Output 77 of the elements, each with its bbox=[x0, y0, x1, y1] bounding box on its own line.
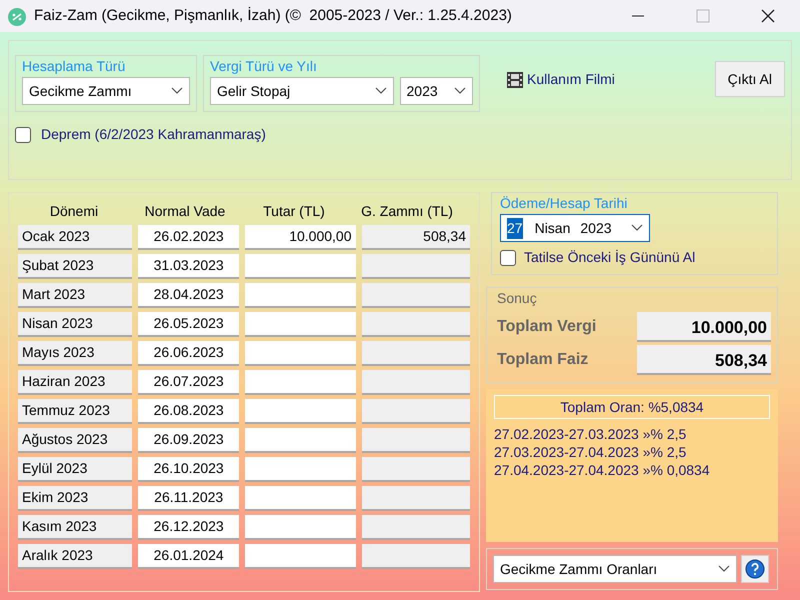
group-label: Hesaplama Türü bbox=[21, 58, 126, 74]
due-date-cell: 26.09.2023 bbox=[138, 428, 240, 453]
amount-field[interactable] bbox=[245, 399, 356, 424]
amount-field[interactable] bbox=[245, 457, 356, 482]
app-logo-icon bbox=[8, 8, 26, 26]
period-cell: Mayıs 2023 bbox=[18, 341, 132, 366]
column-header: Normal Vade bbox=[144, 203, 226, 219]
due-date-cell: 26.08.2023 bbox=[138, 399, 240, 424]
print-button[interactable]: Çıktı Al bbox=[714, 61, 785, 97]
group-label: Sonuç bbox=[496, 290, 538, 306]
checkbox[interactable] bbox=[500, 250, 516, 266]
column-header: G. Zammı (TL) bbox=[361, 203, 453, 219]
amount-field[interactable] bbox=[245, 515, 356, 540]
amount-field[interactable]: 10.000,00 bbox=[245, 225, 356, 250]
amount-field[interactable] bbox=[245, 312, 356, 337]
period-cell: Temmuz 2023 bbox=[18, 399, 132, 424]
due-date-cell: 31.03.2023 bbox=[138, 254, 240, 279]
calc-type-dropdown[interactable]: Gecikme Zammı bbox=[22, 77, 190, 105]
due-date-cell: 26.10.2023 bbox=[138, 457, 240, 482]
period-cell: Ağustos 2023 bbox=[18, 428, 132, 453]
period-cell: Eylül 2023 bbox=[18, 457, 132, 482]
amount-field[interactable] bbox=[245, 341, 356, 366]
chevron-icon bbox=[631, 224, 643, 232]
rates-dropdown[interactable]: Gecikme Zammı Oranları bbox=[493, 555, 737, 583]
due-date-cell: 26.02.2023 bbox=[138, 225, 240, 250]
rate-period-text: 27.03.2023-27.04.2023 »% 2,5 bbox=[494, 443, 688, 461]
period-cell: Nisan 2023 bbox=[18, 312, 132, 337]
due-date-cell: 26.07.2023 bbox=[138, 370, 240, 395]
amount-field[interactable] bbox=[245, 428, 356, 453]
group-label: Ödeme/Hesap Tarihi bbox=[499, 195, 628, 211]
group-label: Vergi Türü ve Yılı bbox=[209, 58, 318, 74]
due-date-cell: 26.11.2023 bbox=[138, 486, 240, 511]
due-date-cell: 26.12.2023 bbox=[138, 515, 240, 540]
period-cell: Ocak 2023 bbox=[18, 225, 132, 250]
tax-type-dropdown[interactable]: Gelir Stopaj bbox=[210, 77, 394, 105]
due-date-cell: 26.05.2023 bbox=[138, 312, 240, 337]
help-button[interactable] bbox=[741, 555, 769, 583]
minimize-icon bbox=[632, 15, 644, 17]
rate-period-text: 27.02.2023-27.03.2023 »% 2,5 bbox=[494, 425, 688, 443]
period-cell: Haziran 2023 bbox=[18, 370, 132, 395]
amount-field[interactable] bbox=[245, 254, 356, 279]
maximize-icon bbox=[696, 9, 710, 23]
period-cell: Kasım 2023 bbox=[18, 515, 132, 540]
chevron-icon bbox=[454, 87, 466, 95]
column-header: Tutar (TL) bbox=[263, 203, 325, 219]
total-rate-text: Toplam Oran: %5,0834 bbox=[494, 395, 770, 419]
amount-field[interactable] bbox=[245, 544, 356, 569]
year-dropdown[interactable]: 2023 bbox=[400, 77, 473, 105]
result-value: 10.000,00 bbox=[637, 312, 771, 342]
due-date-cell: 28.04.2023 bbox=[138, 283, 240, 308]
date-picker[interactable]: 27 Nisan 2023 bbox=[500, 214, 650, 242]
tutorial-video-link[interactable]: Kullanım Filmi bbox=[506, 69, 615, 90]
chevron-icon bbox=[718, 565, 730, 573]
result-label: Toplam Faiz bbox=[497, 350, 590, 370]
period-cell: Mart 2023 bbox=[18, 283, 132, 308]
result-label: Toplam Vergi bbox=[497, 317, 598, 337]
window-title: Faiz-Zam (Gecikme, Pişmanlık, İzah) (© 2005-2023 / Ver.: 1.25.4.2023) bbox=[34, 6, 512, 26]
close-icon bbox=[760, 8, 776, 24]
chevron-icon bbox=[171, 87, 183, 95]
period-cell: Şubat 2023 bbox=[18, 254, 132, 279]
due-date-cell: 26.06.2023 bbox=[138, 341, 240, 366]
amount-field[interactable] bbox=[245, 283, 356, 308]
help-icon bbox=[745, 559, 765, 579]
period-cell: Ekim 2023 bbox=[18, 486, 132, 511]
chevron-icon bbox=[374, 87, 387, 95]
amount-field[interactable] bbox=[245, 370, 356, 395]
checkbox-label[interactable]: Tatilse Önceki İş Gününü Al bbox=[524, 247, 696, 268]
due-date-cell: 26.01.2024 bbox=[138, 544, 240, 569]
amount-field[interactable] bbox=[245, 486, 356, 511]
result-value: 508,34 bbox=[637, 345, 771, 375]
checkbox-label[interactable]: Deprem (6/2/2023 Kahramanmaraş) bbox=[41, 124, 266, 145]
period-cell: Aralık 2023 bbox=[18, 544, 132, 569]
checkbox[interactable] bbox=[15, 126, 31, 142]
film-icon bbox=[506, 70, 524, 88]
interest-cell: 508,34 bbox=[362, 225, 470, 250]
column-header: Dönemi bbox=[50, 203, 98, 219]
rate-period-text: 27.04.2023-27.04.2023 »% 0,0834 bbox=[494, 461, 711, 479]
